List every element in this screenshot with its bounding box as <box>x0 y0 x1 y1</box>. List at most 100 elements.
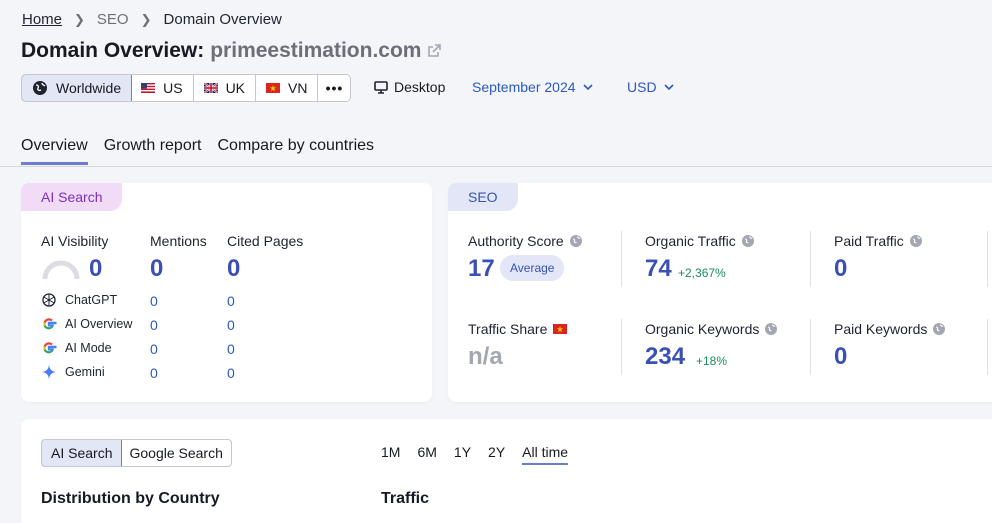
organic-keywords-value[interactable]: 234 <box>645 343 685 371</box>
source-name: ChatGPT <box>65 293 118 307</box>
region-label: UK <box>225 80 246 96</box>
ai-mode-cited[interactable]: 0 <box>227 341 235 357</box>
breadcrumb-seo[interactable]: SEO <box>97 11 129 28</box>
source-chatgpt: ChatGPT <box>41 292 117 308</box>
traffic-share-label: Traffic Share <box>468 321 568 337</box>
ai-search-card: AI Search AI Visibility Mentions Cited P… <box>21 183 432 402</box>
paid-traffic-value[interactable]: 0 <box>834 255 847 283</box>
tab-compare-by-countries[interactable]: Compare by countries <box>218 137 375 165</box>
currency-label: USD <box>627 79 657 95</box>
range-1y[interactable]: 1Y <box>454 444 471 465</box>
vn-flag-icon <box>266 83 281 93</box>
visibility-gauge-icon <box>42 260 80 280</box>
divider <box>621 231 622 287</box>
source-ai-overview: AI Overview <box>41 316 132 332</box>
authority-score-badge: Average <box>500 255 565 281</box>
google-icon <box>43 342 57 354</box>
chevron-down-icon <box>582 84 593 90</box>
paid-traffic-text: Paid Traffic <box>834 233 904 249</box>
organic-keywords-change: +18% <box>696 354 728 368</box>
gemini-cited[interactable]: 0 <box>227 365 235 381</box>
organic-keywords-text: Organic Keywords <box>645 321 760 337</box>
region-worldwide[interactable]: Worldwide <box>22 75 133 101</box>
range-2y[interactable]: 2Y <box>488 444 505 465</box>
main-tabs: Overview Growth report Compare by countr… <box>21 137 390 165</box>
toggle-ai-search[interactable]: AI Search <box>41 440 123 466</box>
traffic-title: Traffic <box>381 490 430 507</box>
distribution-title: Distribution by Country <box>41 490 220 507</box>
vn-flag-icon <box>553 324 568 334</box>
range-1m[interactable]: 1M <box>381 444 400 465</box>
cited-pages-value: 0 <box>227 255 241 282</box>
chevron-right-icon: ❯ <box>74 11 85 27</box>
paid-keywords-text: Paid Keywords <box>834 321 928 337</box>
external-link-icon[interactable] <box>427 44 442 58</box>
authority-score-label: Authority Score <box>468 233 583 249</box>
ai-overview-cited[interactable]: 0 <box>227 317 235 333</box>
seo-card: SEO Authority Score 17 Average Organic T… <box>448 183 992 402</box>
more-regions-button[interactable]: ••• <box>318 75 350 101</box>
breadcrumb-home-link[interactable]: Home <box>22 11 62 28</box>
organic-traffic-value[interactable]: 74 <box>645 255 672 283</box>
globe-icon <box>33 81 47 95</box>
mentions-value: 0 <box>150 255 164 282</box>
tab-growth-report[interactable]: Growth report <box>104 137 202 165</box>
source-name: AI Overview <box>65 317 133 331</box>
source-name: Gemini <box>65 365 105 379</box>
range-all-time[interactable]: All time <box>522 444 569 465</box>
authority-score-value[interactable]: 17 <box>468 255 495 283</box>
divider <box>810 319 811 375</box>
seo-pill: SEO <box>448 183 518 211</box>
currency-dropdown[interactable]: USD <box>627 79 674 95</box>
gemini-icon <box>41 364 57 380</box>
mentions-label: Mentions <box>150 233 207 249</box>
paid-keywords-label: Paid Keywords <box>834 321 946 337</box>
region-label: VN <box>288 80 308 96</box>
time-range-selector: 1M 6M 1Y 2Y All time <box>381 444 585 465</box>
ai-mode-mentions[interactable]: 0 <box>150 341 158 357</box>
traffic-share-text: Traffic Share <box>468 321 548 337</box>
page-title: Domain Overview: primeestimation.com <box>21 39 442 63</box>
region-uk[interactable]: UK <box>194 75 257 101</box>
info-globe-icon[interactable] <box>741 234 755 248</box>
region-vn[interactable]: VN <box>256 75 319 101</box>
authority-score-text: Authority Score <box>468 233 564 249</box>
chatgpt-mentions[interactable]: 0 <box>150 293 158 309</box>
paid-keywords-value[interactable]: 0 <box>834 343 847 371</box>
divider <box>987 231 988 287</box>
organic-traffic-label: Organic Traffic <box>645 233 755 249</box>
region-filter: Worldwide US UK VN ••• <box>21 74 352 102</box>
info-globe-icon[interactable] <box>932 322 946 336</box>
page-title-domain[interactable]: primeestimation.com <box>210 39 421 63</box>
info-globe-icon[interactable] <box>909 234 923 248</box>
ai-overview-mentions[interactable]: 0 <box>150 317 158 333</box>
tab-overview[interactable]: Overview <box>21 137 88 165</box>
organic-traffic-text: Organic Traffic <box>645 233 736 249</box>
cited-pages-label: Cited Pages <box>227 233 304 249</box>
chatgpt-icon <box>42 293 56 307</box>
page-title-prefix: Domain Overview: <box>21 39 205 62</box>
tab-divider <box>0 166 992 167</box>
divider <box>810 231 811 287</box>
breadcrumb: Home ❯ SEO ❯ Domain Overview <box>22 11 282 28</box>
organic-traffic-change: +2,367% <box>678 266 726 280</box>
region-label: US <box>163 80 183 96</box>
ai-visibility-value: 0 <box>89 255 103 282</box>
device-selector[interactable]: Desktop <box>374 79 445 95</box>
source-name: AI Mode <box>65 341 112 355</box>
paid-traffic-label: Paid Traffic <box>834 233 923 249</box>
info-globe-icon[interactable] <box>569 234 583 248</box>
date-dropdown[interactable]: September 2024 <box>472 79 593 95</box>
gemini-mentions[interactable]: 0 <box>150 365 158 381</box>
ai-visibility-label: AI Visibility <box>41 233 109 249</box>
source-gemini: Gemini <box>41 364 105 380</box>
chevron-right-icon: ❯ <box>140 11 152 27</box>
region-us[interactable]: US <box>131 75 194 101</box>
ai-search-pill: AI Search <box>21 183 123 211</box>
divider <box>621 319 622 375</box>
date-label: September 2024 <box>472 79 576 95</box>
toggle-google-search[interactable]: Google Search <box>121 440 230 466</box>
chatgpt-cited[interactable]: 0 <box>227 293 235 309</box>
range-6m[interactable]: 6M <box>417 444 436 465</box>
info-globe-icon[interactable] <box>764 322 778 336</box>
